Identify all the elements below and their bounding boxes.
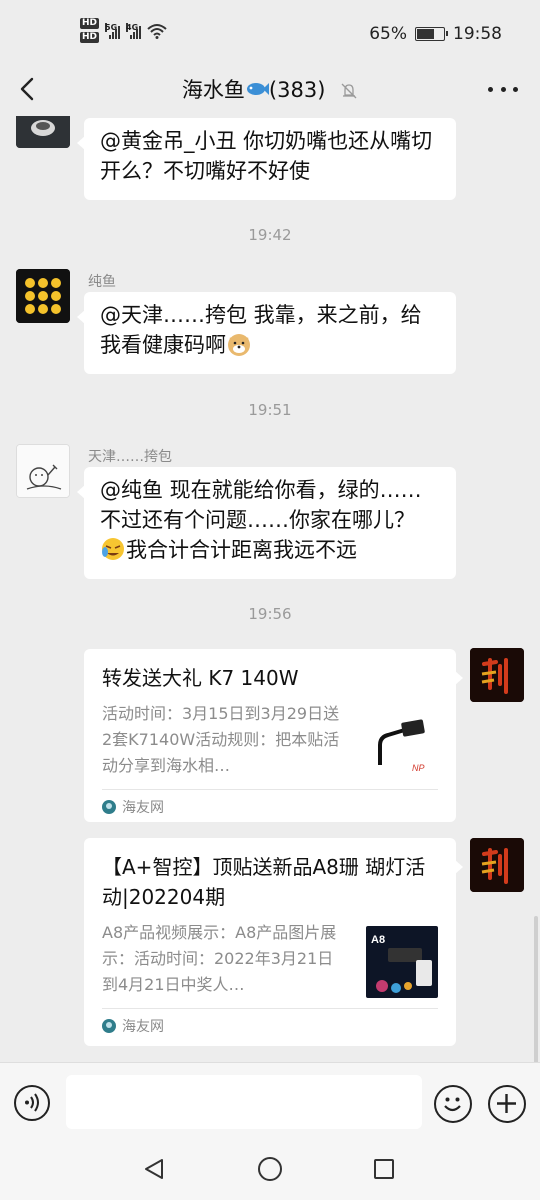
card-body: 活动时间：3月15日到3月29日送2套K7140W活动规则：把本贴活动分享到海水…	[102, 701, 438, 779]
message-list[interactable]: @黄金吊_小丑 你切奶嘴也还从嘴切开么？不切嘴好不好使 19:42 纯鱼 @天津…	[0, 116, 540, 1062]
battery-icon	[415, 27, 448, 41]
nav-recents-icon[interactable]	[374, 1159, 394, 1179]
message-bubble[interactable]: @黄金吊_小丑 你切奶嘴也还从嘴切开么？不切嘴好不好使	[77, 118, 456, 200]
card-title: 【A+智控】顶贴送新品A8珊 瑚灯活动|202204期	[102, 855, 426, 909]
source-name: 海友网	[122, 799, 164, 816]
card-source: 海友网	[102, 1008, 438, 1042]
source-logo-icon	[102, 799, 116, 814]
card-description: A8产品视频展示：A8产品图片展示：活动时间：2022年3月21日到4月21日中…	[102, 923, 337, 994]
more-dots-icon[interactable]	[488, 76, 518, 102]
status-indicators: HD HD 5G 4G	[80, 18, 167, 43]
message-text: @天津……挎包 我靠，来之前，给我看健康码啊	[100, 303, 422, 357]
clock: 19:58	[453, 24, 502, 44]
svg-text:NP: NP	[412, 763, 425, 773]
source-logo-icon	[102, 1018, 116, 1033]
timestamp: 19:42	[248, 226, 292, 244]
avatar-sender-1[interactable]	[16, 116, 70, 148]
timestamp: 19:56	[248, 605, 292, 623]
sender-name: 天津……挎包	[88, 449, 172, 465]
input-bar	[0, 1062, 540, 1140]
message-text-cont: 我合计合计距离我远不远	[126, 538, 357, 562]
scrollbar[interactable]	[534, 916, 538, 1062]
message-input[interactable]	[66, 1075, 422, 1129]
link-card[interactable]: 转发送大礼 K7 140W 活动时间：3月15日到3月29日送2套K7140W活…	[84, 649, 463, 823]
avatar-self[interactable]	[470, 838, 524, 892]
nav-home-icon[interactable]	[258, 1157, 282, 1181]
card-thumbnail: NP	[366, 707, 438, 779]
system-nav-bar	[0, 1140, 540, 1200]
fish-emoji-icon	[246, 83, 269, 95]
chat-title: 海水鱼 (383)	[0, 74, 540, 104]
voice-icon[interactable]	[14, 1085, 50, 1121]
card-title: 转发送大礼 K7 140W	[102, 666, 299, 690]
message-bubble[interactable]: @纯鱼 现在就能给你看，绿的……不过还有个问题……你家在哪儿？ 我合计合计距离我远…	[77, 467, 456, 579]
signal-5g-icon: 5G	[105, 22, 121, 39]
smiley-icon[interactable]	[434, 1085, 472, 1123]
svg-text:A8: A8	[371, 934, 385, 946]
hd-badge-1: HD	[80, 18, 100, 29]
wifi-icon	[147, 23, 167, 39]
card-source: 海友网	[102, 789, 438, 823]
card-thumbnail: A8	[366, 926, 438, 998]
card-body: A8产品视频展示：A8产品图片展示：活动时间：2022年3月21日到4月21日中…	[102, 920, 438, 998]
crying-laughing-emoji-icon	[102, 538, 124, 560]
plus-icon[interactable]	[488, 1085, 526, 1123]
message-bubble[interactable]: @天津……挎包 我靠，来之前，给我看健康码啊	[77, 292, 456, 374]
hd-badge-2: HD	[80, 32, 100, 43]
hd-indicators: HD HD	[80, 18, 100, 43]
member-count: (383)	[268, 78, 326, 102]
doge-emoji-icon	[228, 334, 250, 356]
status-bar: HD HD 5G 4G 65% 19:58	[0, 0, 540, 64]
battery-percent: 65%	[369, 24, 407, 44]
avatar-sender-2[interactable]	[16, 269, 70, 323]
card-description: 活动时间：3月15日到3月29日送2套K7140W活动规则：把本贴活动分享到海水…	[102, 704, 340, 775]
group-name: 海水鱼	[181, 78, 245, 102]
link-card[interactable]: 【A+智控】顶贴送新品A8珊 瑚灯活动|202204期 A8产品视频展示：A8产…	[84, 838, 463, 1046]
source-name: 海友网	[122, 1018, 164, 1035]
bell-off-icon	[341, 83, 357, 99]
status-right: 65% 19:58	[369, 24, 502, 44]
message-text: @黄金吊_小丑 你切奶嘴也还从嘴切开么？不切嘴好不好使	[100, 129, 433, 183]
avatar-self[interactable]	[470, 648, 524, 702]
avatar-sender-3[interactable]	[16, 444, 70, 498]
chat-header: 海水鱼 (383)	[0, 64, 540, 116]
sender-name: 纯鱼	[88, 274, 116, 290]
signal-4g-icon: 4G	[126, 22, 142, 39]
nav-back-icon[interactable]	[142, 1157, 166, 1181]
timestamp: 19:51	[248, 401, 292, 419]
message-text: @纯鱼 现在就能给你看，绿的……不过还有个问题……你家在哪儿？	[100, 478, 422, 532]
